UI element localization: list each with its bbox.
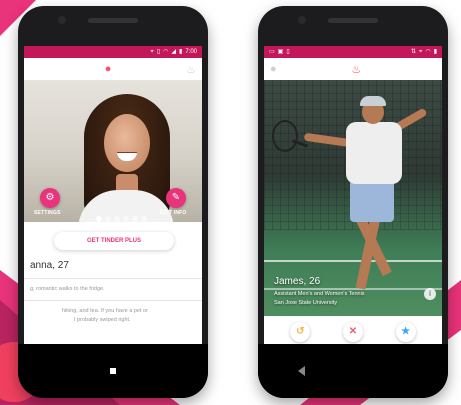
status-bar: ▭ ▣ ▯ ⇅ ⌖ ◠ ▮ (264, 46, 442, 58)
undo-icon: ↺ (296, 326, 305, 337)
pencil-icon: ✎ (171, 192, 181, 203)
racket (272, 120, 298, 152)
info-icon[interactable]: i (424, 288, 436, 300)
front-camera (58, 16, 66, 24)
superlike-button[interactable]: ★ (395, 322, 416, 342)
home-button[interactable] (110, 368, 116, 374)
match-card[interactable]: James, 26 Assistant Men's and Women's Te… (264, 80, 442, 316)
vibrate-icon: ▯ (156, 49, 161, 55)
photo-indicator (96, 216, 147, 222)
phone-left: ⌖ ▯ ◠ ◢ ▮ 7:00 ● ♨ ⚙ SETTINGS ✎ EDIT INF… (18, 6, 208, 398)
nav-bar (258, 344, 448, 398)
message-icon: ▭ (269, 49, 275, 55)
flame-icon[interactable]: ♨ (351, 63, 361, 76)
star-icon: ★ (401, 326, 411, 337)
nope-button[interactable]: ✕ (342, 322, 363, 342)
gear-icon: ⚙ (45, 192, 55, 203)
edit-info-label: EDIT INFO (160, 210, 187, 216)
profile-icon[interactable]: ● (105, 63, 112, 75)
status-time: 7:00 (185, 49, 197, 55)
match-job: Assistant Men's and Women's Tennis (274, 291, 365, 297)
settings-label: SETTINGS (34, 210, 61, 216)
location-icon: ⌖ (419, 49, 423, 55)
front-camera (298, 16, 306, 24)
settings-button[interactable]: ⚙ (40, 188, 60, 208)
bio-line: hiking, and tea. If you have a pet or (62, 308, 148, 314)
battery-icon: ▮ (179, 49, 183, 55)
profile-photo: ⚙ SETTINGS ✎ EDIT INFO (24, 80, 202, 222)
profile-screen: ⌖ ▯ ◠ ◢ ▮ 7:00 ● ♨ ⚙ SETTINGS ✎ EDIT INF… (24, 46, 202, 344)
nav-bar (18, 344, 208, 398)
profile-name: anna, 27 (30, 260, 69, 271)
swipe-screen: ▭ ▣ ▯ ⇅ ⌖ ◠ ▮ ● ♨ James, 26 Assistant Me… (264, 46, 442, 344)
bio-line: g, romantic walks to the fridge. (30, 286, 105, 292)
image-icon: ▣ (277, 49, 284, 55)
location-icon: ⌖ (150, 49, 154, 55)
flame-icon[interactable]: ♨ (186, 63, 196, 76)
wifi-icon: ◠ (425, 49, 431, 55)
get-tinder-plus-button[interactable]: GET TINDER PLUS (54, 232, 174, 250)
battery-icon: ▮ (433, 49, 437, 55)
close-icon: ✕ (348, 326, 358, 337)
wifi-icon: ◠ (163, 49, 169, 55)
signal-icon: ◢ (171, 49, 176, 55)
phone-right: ▭ ▣ ▯ ⇅ ⌖ ◠ ▮ ● ♨ James, 26 Assistant Me… (258, 6, 448, 398)
earpiece-speaker (328, 18, 378, 23)
network-icon: ⇅ (411, 49, 417, 55)
bio-line: I probably swiped right. (74, 317, 131, 323)
back-button[interactable] (298, 366, 305, 376)
edit-info-button[interactable]: ✎ (166, 188, 186, 208)
status-bar: ⌖ ▯ ◠ ◢ ▮ 7:00 (24, 46, 202, 58)
undo-button[interactable]: ↺ (290, 322, 311, 342)
profile-icon[interactable]: ● (270, 63, 277, 75)
match-name: James, 26 (274, 276, 321, 287)
action-row: ↺ ✕ ★ (264, 322, 442, 342)
top-nav: ● ♨ (24, 58, 202, 80)
match-school: San Jose State University (274, 300, 337, 306)
top-nav: ● ♨ (264, 58, 442, 80)
clipboard-icon: ▯ (286, 49, 290, 55)
earpiece-speaker (88, 18, 138, 23)
